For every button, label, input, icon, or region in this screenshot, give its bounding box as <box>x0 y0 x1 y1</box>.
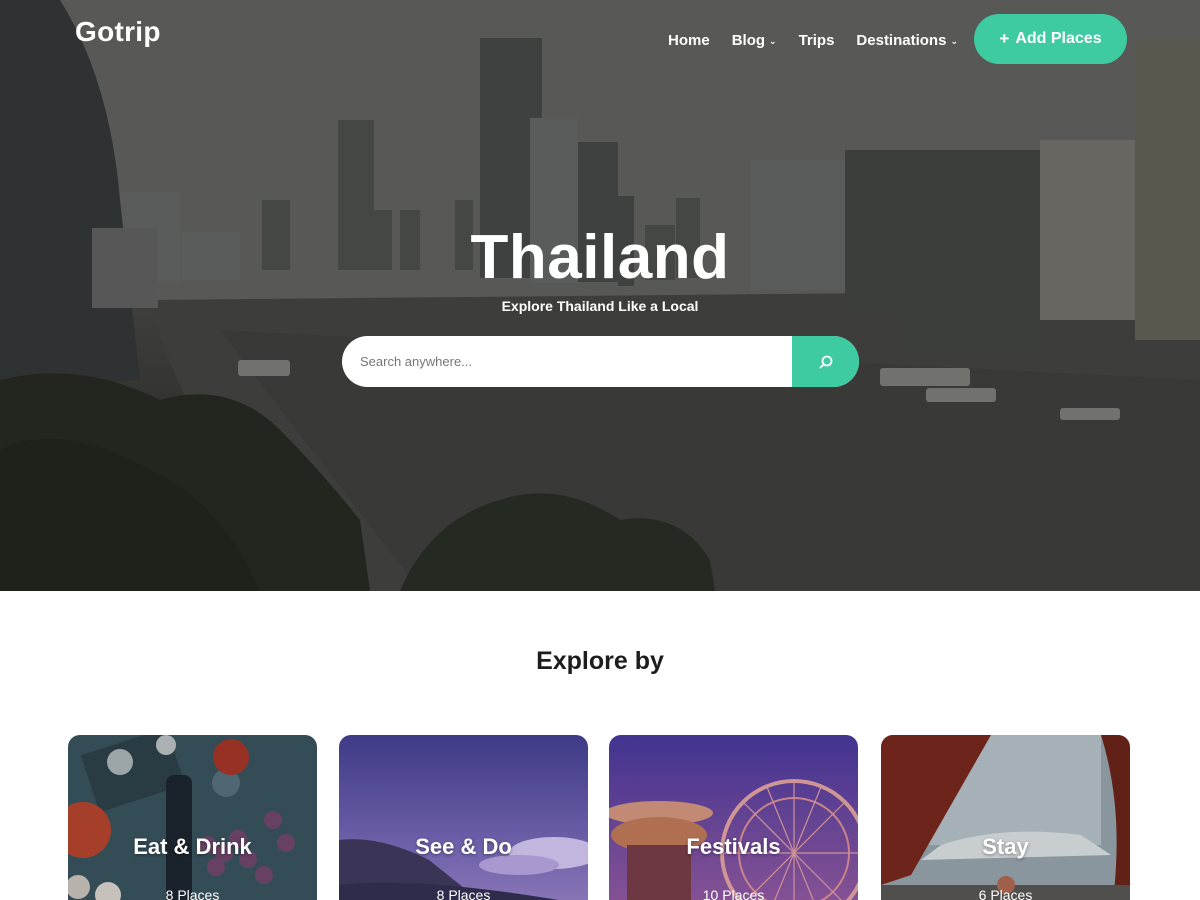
search-bar <box>342 336 859 387</box>
stay-image <box>881 735 1130 900</box>
nav-item-label: Home <box>668 31 710 49</box>
add-places-button[interactable]: + Add Places <box>974 14 1127 64</box>
nav-item-home[interactable]: Home <box>668 30 710 50</box>
category-card-see-do[interactable]: See & Do 8 Places <box>339 735 588 900</box>
hero-subtitle: Explore Thailand Like a Local <box>501 298 699 314</box>
hero-overlay <box>0 0 1200 591</box>
nav-item-label: Destinations <box>856 31 947 49</box>
add-places-label: Add Places <box>1015 30 1102 47</box>
category-title: Festivals <box>686 834 781 859</box>
search-button[interactable] <box>792 336 859 387</box>
category-card-festivals[interactable]: Festivals 10 Places <box>609 735 858 900</box>
category-count: 6 Places <box>978 887 1033 900</box>
search-icon <box>819 355 832 368</box>
site-logo[interactable]: Gotrip <box>75 16 161 48</box>
category-title: Eat & Drink <box>133 834 252 859</box>
nav-item-destinations[interactable]: Destinations ⌄ <box>856 30 958 50</box>
plus-icon: + <box>999 29 1010 48</box>
category-count: 8 Places <box>436 887 491 900</box>
hero-banner: Gotrip Home Blog ⌄ Trips Destinations ⌄ … <box>0 0 1200 591</box>
nav-item-label: Trips <box>798 31 835 49</box>
category-card-stay[interactable]: Stay 6 Places <box>881 735 1130 900</box>
hero-title: Thailand <box>470 223 730 292</box>
category-count: 10 Places <box>702 887 765 900</box>
festivals-image <box>609 735 858 900</box>
chevron-down-icon: ⌄ <box>950 35 958 46</box>
category-card-eat-drink[interactable]: Eat & Drink 8 Places <box>68 735 317 900</box>
eat-drink-image <box>68 735 317 900</box>
category-title: See & Do <box>415 834 512 859</box>
nav-item-blog[interactable]: Blog ⌄ <box>732 30 777 50</box>
main-navigation: Home Blog ⌄ Trips Destinations ⌄ <box>668 30 980 50</box>
category-cards: Eat & Drink 8 Places See & Do 8 Places F… <box>68 735 1130 900</box>
nav-item-label: Blog <box>731 31 766 49</box>
category-count: 8 Places <box>165 887 220 900</box>
see-do-image <box>339 735 588 900</box>
category-title: Stay <box>982 834 1029 859</box>
nav-item-trips[interactable]: Trips <box>799 30 835 50</box>
explore-section-title: Explore by <box>536 647 664 675</box>
search-input[interactable] <box>342 336 792 387</box>
chevron-down-icon: ⌄ <box>769 35 777 46</box>
